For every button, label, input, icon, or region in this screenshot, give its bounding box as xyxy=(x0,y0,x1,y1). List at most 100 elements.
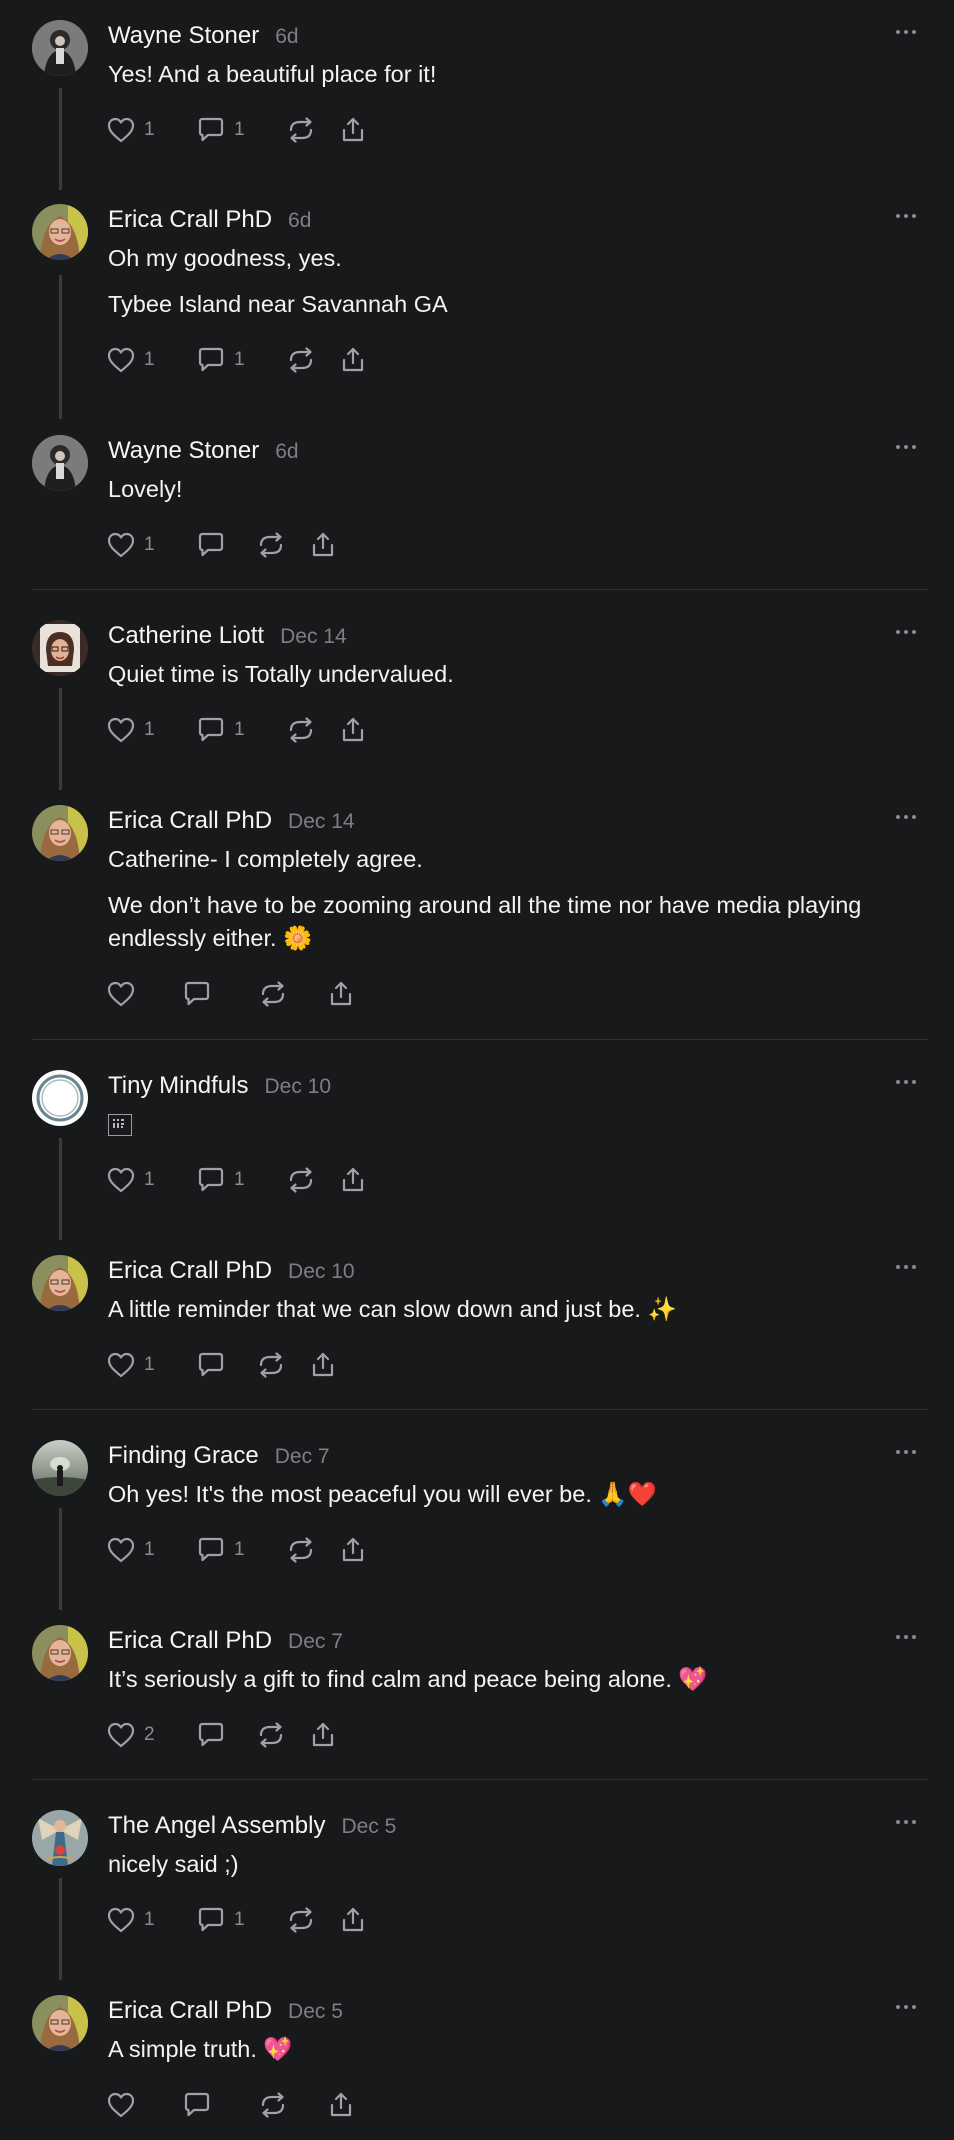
repost-button[interactable] xyxy=(256,1718,286,1752)
author-name[interactable]: Erica Crall PhD xyxy=(108,1257,272,1285)
more-dots-icon[interactable] xyxy=(892,1261,920,1273)
avatar[interactable] xyxy=(32,1255,88,1311)
more-dots-icon[interactable] xyxy=(892,1076,920,1088)
share-icon xyxy=(308,1351,338,1379)
reply-button[interactable]: 1 xyxy=(196,1163,264,1197)
share-button[interactable] xyxy=(326,2088,356,2122)
heart-icon xyxy=(106,531,136,559)
repost-button[interactable] xyxy=(256,528,286,562)
avatar[interactable] xyxy=(32,1995,88,2051)
share-button[interactable] xyxy=(308,528,338,562)
avatar[interactable] xyxy=(32,1440,88,1496)
author-name[interactable]: Wayne Stoner xyxy=(108,437,259,465)
thread-line xyxy=(59,1508,62,1610)
author-name[interactable]: Erica Crall PhD xyxy=(108,1997,272,2025)
post-actions: 11 xyxy=(106,1163,368,1197)
avatar[interactable] xyxy=(32,204,88,260)
avatar[interactable] xyxy=(32,20,88,76)
share-button[interactable] xyxy=(338,1533,368,1567)
post-text-line: Tybee Island near Savannah GA xyxy=(108,291,448,317)
repost-button[interactable] xyxy=(256,1348,286,1382)
share-button[interactable] xyxy=(326,977,356,1011)
avatar[interactable] xyxy=(32,1625,88,1681)
more-dots-icon[interactable] xyxy=(892,210,920,222)
share-button[interactable] xyxy=(338,343,368,377)
reply-button[interactable]: 1 xyxy=(196,1903,264,1937)
share-button[interactable] xyxy=(338,1163,368,1197)
more-dots-icon[interactable] xyxy=(892,1816,920,1828)
author-name[interactable]: Tiny Mindfuls xyxy=(108,1072,248,1100)
share-button[interactable] xyxy=(338,1903,368,1937)
repost-button[interactable] xyxy=(286,343,316,377)
more-dots-icon[interactable] xyxy=(892,626,920,638)
repost-button[interactable] xyxy=(258,2088,288,2122)
author-name[interactable]: The Angel Assembly xyxy=(108,1812,325,1840)
heart-count: 1 xyxy=(144,119,155,140)
more-dots-icon[interactable] xyxy=(892,1446,920,1458)
like-button[interactable]: 1 xyxy=(106,343,174,377)
like-button[interactable]: 2 xyxy=(106,1718,174,1752)
post-text: Oh my goodness, yes. Tybee Island near S… xyxy=(108,242,908,334)
heart-icon xyxy=(106,1351,136,1379)
avatar[interactable] xyxy=(32,805,88,861)
repost-button[interactable] xyxy=(286,1903,316,1937)
share-button[interactable] xyxy=(308,1718,338,1752)
avatar[interactable] xyxy=(32,1810,88,1866)
reply-button[interactable]: 1 xyxy=(196,343,264,377)
avatar[interactable] xyxy=(32,435,88,491)
like-button[interactable]: 1 xyxy=(106,113,174,147)
repost-button[interactable] xyxy=(286,713,316,747)
reply-button[interactable]: 1 xyxy=(196,713,264,747)
author-name[interactable]: Finding Grace xyxy=(108,1442,259,1470)
post-time: Dec 14 xyxy=(288,810,355,833)
comment-count: 1 xyxy=(234,349,245,370)
share-button[interactable] xyxy=(338,113,368,147)
more-dots-icon[interactable] xyxy=(892,2001,920,2013)
author-name[interactable]: Wayne Stoner xyxy=(108,22,259,50)
avatar[interactable] xyxy=(32,1070,88,1126)
post-text-line: nicely said ;) xyxy=(108,1851,239,1877)
heart-icon xyxy=(106,2091,136,2119)
repost-button[interactable] xyxy=(286,113,316,147)
reply-button[interactable] xyxy=(182,2088,220,2122)
like-button[interactable] xyxy=(106,2088,144,2122)
reply-button[interactable]: 1 xyxy=(196,1533,264,1567)
repost-button[interactable] xyxy=(286,1533,316,1567)
reply-button[interactable] xyxy=(196,1348,234,1382)
post-text-line: A little reminder that we can slow down … xyxy=(108,1296,677,1322)
post-text-line: Oh my goodness, yes. xyxy=(108,245,342,271)
author-name[interactable]: Erica Crall PhD xyxy=(108,1627,272,1655)
post-actions xyxy=(106,2088,356,2122)
repost-icon xyxy=(258,2091,288,2119)
repost-button[interactable] xyxy=(286,1163,316,1197)
share-icon xyxy=(326,2091,356,2119)
reply-button[interactable] xyxy=(196,528,234,562)
share-button[interactable] xyxy=(338,713,368,747)
post-text: Lovely! xyxy=(108,473,908,519)
gif-icon[interactable] xyxy=(108,1114,132,1136)
like-button[interactable]: 1 xyxy=(106,1163,174,1197)
share-button[interactable] xyxy=(308,1348,338,1382)
more-dots-icon[interactable] xyxy=(892,811,920,823)
author-name[interactable]: Catherine Liott xyxy=(108,622,264,650)
heart-count: 2 xyxy=(144,1724,155,1745)
author-name[interactable]: Erica Crall PhD xyxy=(108,807,272,835)
author-name[interactable]: Erica Crall PhD xyxy=(108,206,272,234)
more-dots-icon[interactable] xyxy=(892,441,920,453)
like-button[interactable] xyxy=(106,977,144,1011)
more-dots-icon[interactable] xyxy=(892,1631,920,1643)
like-button[interactable]: 1 xyxy=(106,713,174,747)
like-button[interactable]: 1 xyxy=(106,528,174,562)
avatar[interactable] xyxy=(32,620,88,676)
repost-button[interactable] xyxy=(258,977,288,1011)
repost-icon xyxy=(286,716,316,744)
reply-button[interactable] xyxy=(196,1718,234,1752)
reply-button[interactable]: 1 xyxy=(196,113,264,147)
like-button[interactable]: 1 xyxy=(106,1348,174,1382)
more-dots-icon[interactable] xyxy=(892,26,920,38)
divider xyxy=(32,1039,928,1040)
like-button[interactable]: 1 xyxy=(106,1903,174,1937)
like-button[interactable]: 1 xyxy=(106,1533,174,1567)
reply-button[interactable] xyxy=(182,977,220,1011)
comment-icon xyxy=(182,2091,212,2119)
